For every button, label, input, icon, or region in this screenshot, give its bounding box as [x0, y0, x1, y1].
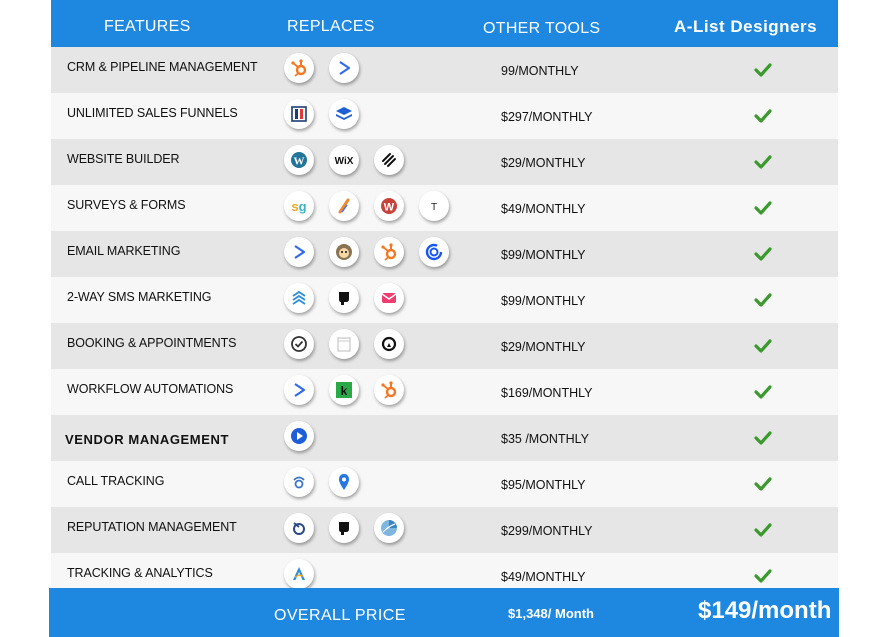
clock-check-icon: [284, 329, 314, 359]
table-row: SURVEYS & FORMS sg W T $49/MONTHLY: [51, 185, 838, 231]
svg-text:sg: sg: [291, 199, 306, 214]
header-other-tools: OTHER TOOLS: [483, 20, 601, 37]
envelope-icon: [374, 283, 404, 313]
svg-text:WiX: WiX: [335, 156, 354, 167]
checkmark-icon: [754, 338, 772, 354]
wix-icon: WiX: [329, 145, 359, 175]
podium-icon: [329, 283, 359, 313]
feature-label: WEBSITE BUILDER: [67, 152, 180, 166]
other-tools-price: $169/MONTHLY: [501, 386, 593, 400]
svg-text:W: W: [384, 202, 395, 214]
feature-label: VENDOR MANAGEMENT: [65, 432, 230, 447]
constant-contact-icon: [419, 237, 449, 267]
checkmark-icon: [754, 246, 772, 262]
squarespace-icon: [374, 145, 404, 175]
svg-text:k: k: [341, 384, 348, 398]
wordpress-icon: W: [284, 145, 314, 175]
activecampaign-icon: [284, 375, 314, 405]
jotform-icon: [329, 191, 359, 221]
checkmark-icon: [754, 292, 772, 308]
checkmark-icon: [754, 568, 772, 584]
other-tools-price: $29/MONTHLY: [501, 340, 586, 354]
birdeye-icon: [284, 513, 314, 543]
other-tools-price: $99/MONTHLY: [501, 248, 586, 262]
other-tools-price: $299/MONTHLY: [501, 524, 593, 538]
pie-icon: [374, 513, 404, 543]
callrail-icon: [284, 467, 314, 497]
keap-icon: k: [329, 375, 359, 405]
table-row: 2-WAY SMS MARKETING $99/MONTHLY: [51, 277, 838, 323]
other-tools-price: $95/MONTHLY: [501, 478, 586, 492]
header-brand: A-List Designers: [674, 17, 818, 36]
table-row: CRM & PIPELINE MANAGEMENT 99/MONTHLY: [51, 47, 838, 93]
feature-label: CALL TRACKING: [67, 474, 165, 488]
other-tools-price: $99/MONTHLY: [501, 294, 586, 308]
hubspot-icon: [284, 53, 314, 83]
hubspot-icon: [374, 375, 404, 405]
table-row: REPUTATION MANAGEMENT $299/MONTHLY: [51, 507, 838, 553]
feature-label: SURVEYS & FORMS: [67, 198, 186, 212]
comparison-table: FEATURES REPLACES OTHER TOOLS A-List Des…: [51, 0, 838, 599]
table-header: FEATURES REPLACES OTHER TOOLS A-List Des…: [51, 0, 838, 47]
checkmark-icon: [754, 430, 772, 446]
other-tools-price: 99/MONTHLY: [501, 64, 579, 78]
table-row: WEBSITE BUILDER W WiX $29/MONTHLY: [51, 139, 838, 185]
surveygizmo-icon: sg: [284, 191, 314, 221]
clickfunnels-icon: [284, 99, 314, 129]
other-tools-price: $49/MONTHLY: [501, 202, 586, 216]
activecampaign-icon: [329, 53, 359, 83]
mailchimp-icon: [329, 237, 359, 267]
checkmark-icon: [754, 522, 772, 538]
checkmark-icon: [754, 62, 772, 78]
activecampaign-icon: [284, 237, 314, 267]
header-features: FEATURES: [104, 18, 191, 35]
checkmark-icon: [754, 384, 772, 400]
feature-label: BOOKING & APPOINTMENTS: [67, 336, 237, 350]
podium-icon: [329, 513, 359, 543]
table-footer: OVERALL PRICE $1,348/ Month $149/month: [49, 588, 839, 637]
other-tools-price: $297/MONTHLY: [501, 110, 593, 124]
table-row: CALL TRACKING $95/MONTHLY: [51, 461, 838, 507]
other-tools-price: $49/MONTHLY: [501, 570, 586, 584]
feature-label: REPUTATION MANAGEMENT: [67, 520, 237, 534]
svg-text:T: T: [431, 202, 437, 213]
checkmark-icon: [754, 154, 772, 170]
acuity-icon: [374, 329, 404, 359]
feature-label: CRM & PIPELINE MANAGEMENT: [67, 60, 258, 74]
other-tools-price: $35 /MONTHLY: [501, 432, 589, 446]
wufoo-icon: W: [374, 191, 404, 221]
feature-label: UNLIMITED SALES FUNNELS: [67, 106, 238, 120]
our-price: $149/month: [698, 597, 832, 624]
table-row: EMAIL MARKETING $99/MONTHLY: [51, 231, 838, 277]
feature-label: WORKFLOW AUTOMATIONS: [67, 382, 234, 396]
calendar-icon: [329, 329, 359, 359]
table-row: UNLIMITED SALES FUNNELS $297/MONTHLY: [51, 93, 838, 139]
analytics-icon: [284, 559, 314, 589]
typeform-icon: T: [419, 191, 449, 221]
svg-text:W: W: [294, 156, 305, 168]
hubspot-icon: [374, 237, 404, 267]
table-body: CRM & PIPELINE MANAGEMENT 99/MONTHLY UNLIM…: [51, 47, 838, 599]
table-row: VENDOR MANAGEMENT $35 /MONTHLY: [51, 415, 838, 461]
header-replaces: REPLACES: [287, 18, 375, 35]
table-row: WORKFLOW AUTOMATIONS k $169/MONTHLY: [51, 369, 838, 415]
checkmark-icon: [754, 200, 772, 216]
feature-label: TRACKING & ANALYTICS: [67, 566, 213, 580]
layers-icon: [329, 99, 359, 129]
feature-label: EMAIL MARKETING: [67, 244, 181, 258]
checkmark-icon: [754, 476, 772, 492]
stacks-icon: [284, 283, 314, 313]
overall-price-label: OVERALL PRICE: [274, 607, 406, 624]
other-tools-total: $1,348/ Month: [508, 606, 594, 621]
other-tools-price: $29/MONTHLY: [501, 156, 586, 170]
feature-label: 2-WAY SMS MARKETING: [67, 290, 212, 304]
checkmark-icon: [754, 108, 772, 124]
play-icon: [284, 421, 314, 451]
location-pin-icon: [329, 467, 359, 497]
table-row: BOOKING & APPOINTMENTS $29/MONTHLY: [51, 323, 838, 369]
